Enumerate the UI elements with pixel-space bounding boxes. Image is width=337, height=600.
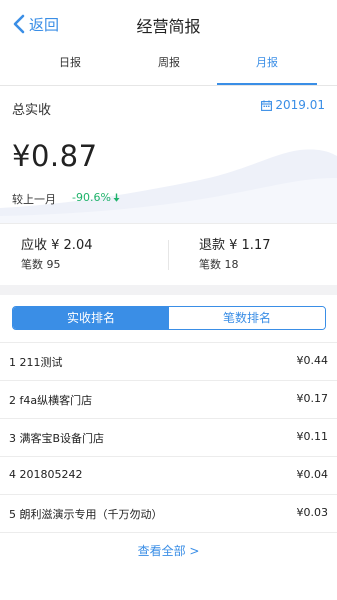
refund-count: 笔数 18 xyxy=(199,258,239,271)
period-tabs: 日报 周报 月报 xyxy=(0,46,337,86)
receivable-count: 笔数 95 xyxy=(21,258,61,271)
arrow-down-icon xyxy=(113,193,120,202)
section-gap xyxy=(0,285,337,295)
store-name: 3 满客宝B设备门店 xyxy=(9,432,105,445)
view-all-link[interactable]: 查看全部 > xyxy=(0,542,337,559)
store-name: 5 朗利滋演示专用（千万勿动） xyxy=(9,508,163,521)
compare-label: 较上一月 xyxy=(12,193,56,206)
tab-weekly[interactable]: 周报 xyxy=(119,46,219,85)
compare-change: -90.6% xyxy=(72,191,120,204)
ranking-toggle: 实收排名 笔数排名 xyxy=(12,306,326,330)
store-name: 1 211测试 xyxy=(9,356,63,369)
date-value: 2019.01 xyxy=(275,98,325,112)
summary-card: 总实收 2019.01 ¥0.87 较上一月 -90.6% xyxy=(0,86,337,223)
store-name: 2 f4a纵横客门店 xyxy=(9,394,93,407)
store-amount: ¥0.04 xyxy=(296,468,329,481)
tab-daily[interactable]: 日报 xyxy=(20,46,120,85)
total-received-label: 总实收 xyxy=(12,103,52,118)
list-item[interactable]: 5 朗利滋演示专用（千万勿动） ¥0.03 xyxy=(0,495,337,533)
store-name: 4 201805242 xyxy=(9,468,83,481)
list-item[interactable]: 2 f4a纵横客门店 ¥0.17 xyxy=(0,381,337,419)
date-picker[interactable]: 2019.01 xyxy=(261,98,325,112)
tab-monthly[interactable]: 月报 xyxy=(217,46,317,85)
page-title: 经营简报 xyxy=(136,17,201,36)
total-amount: ¥0.87 xyxy=(12,139,98,173)
store-amount: ¥0.03 xyxy=(296,506,329,519)
ranking-list: 1 211测试 ¥0.44 2 f4a纵横客门店 ¥0.17 3 满客宝B设备门… xyxy=(0,342,337,533)
stats-row: 应收 ¥ 2.04 笔数 95 退款 ¥ 1.17 笔数 18 xyxy=(0,223,337,285)
stats-divider xyxy=(168,240,169,270)
list-item[interactable]: 3 满客宝B设备门店 ¥0.11 xyxy=(0,419,337,457)
store-amount: ¥0.17 xyxy=(296,392,329,405)
nav-bar: 返回 经营简报 xyxy=(0,0,337,46)
list-item[interactable]: 4 201805242 ¥0.04 xyxy=(0,457,337,495)
receivable-amount: 应收 ¥ 2.04 xyxy=(21,238,93,253)
calendar-icon xyxy=(261,99,273,111)
compare-value: -90.6% xyxy=(72,191,111,204)
tab-received-ranking[interactable]: 实收排名 xyxy=(13,307,169,329)
refund-amount: 退款 ¥ 1.17 xyxy=(199,238,271,253)
store-amount: ¥0.11 xyxy=(296,430,329,443)
store-amount: ¥0.44 xyxy=(296,354,329,367)
tab-count-ranking[interactable]: 笔数排名 xyxy=(169,307,325,329)
list-item[interactable]: 1 211测试 ¥0.44 xyxy=(0,343,337,381)
